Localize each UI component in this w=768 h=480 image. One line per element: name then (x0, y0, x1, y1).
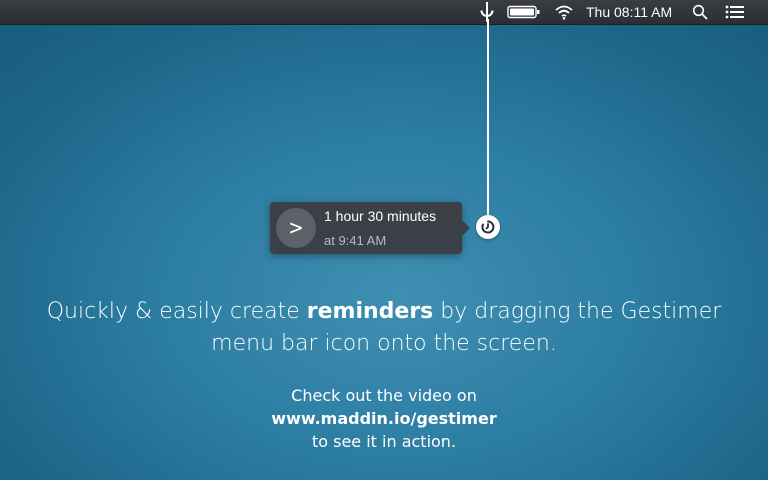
chevron-right-icon: > (276, 208, 316, 248)
reminder-time: at 9:41 AM (324, 233, 387, 248)
menu-bar: Thu 08:11 AM (0, 0, 768, 25)
promo-line1: Check out the video on (291, 386, 477, 405)
promo-text: Check out the video on www.maddin.io/ges… (0, 384, 768, 453)
headline: Quickly & easily create reminders by dra… (0, 296, 768, 360)
battery-icon[interactable] (506, 0, 542, 24)
headline-text: Quickly & easily create (46, 299, 307, 324)
notification-center-icon[interactable] (722, 0, 748, 24)
spotlight-search-icon[interactable] (690, 0, 710, 24)
timer-icon (481, 220, 495, 234)
reminder-tooltip: > 1 hour 30 minutes at 9:41 AM (270, 202, 470, 254)
reminder-duration: 1 hour 30 minutes (324, 208, 437, 224)
headline-text-end: by dragging the Gestimer (433, 299, 722, 324)
headline-bold: reminders (306, 299, 434, 324)
wifi-icon[interactable] (552, 0, 576, 24)
menu-bar-clock[interactable]: Thu 08:11 AM (586, 0, 672, 24)
drag-handle[interactable] (476, 215, 500, 239)
drag-line (487, 19, 489, 215)
promo-line3: to see it in action. (311, 432, 457, 451)
headline-line2: menu bar icon onto the screen. (211, 331, 557, 356)
promo-link[interactable]: www.maddin.io/gestimer (0, 407, 768, 430)
